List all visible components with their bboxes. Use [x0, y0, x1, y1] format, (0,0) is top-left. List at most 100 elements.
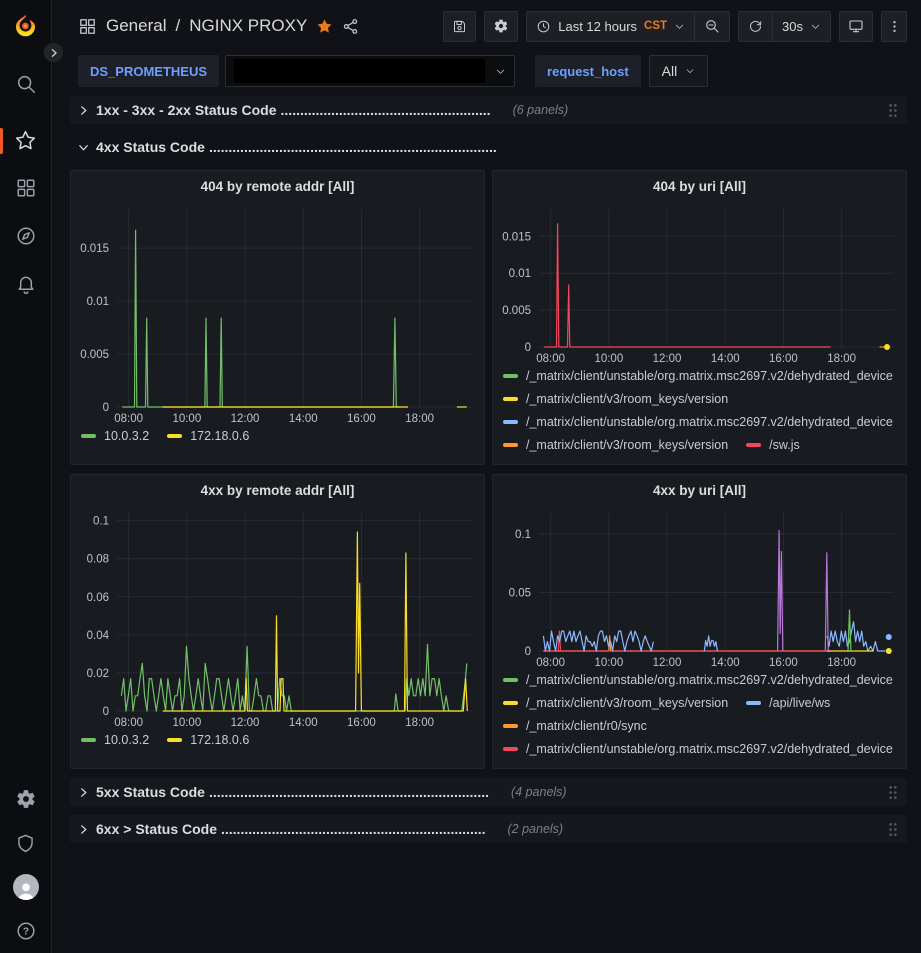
panel-title[interactable]: 404 by uri [All] [493, 171, 906, 201]
legend-item[interactable]: /_matrix/client/unstable/org.matrix.msc2… [503, 742, 893, 756]
legend-row: /_matrix/client/unstable/org.matrix.msc2… [503, 369, 896, 383]
chart-4xx-by-remote-addr[interactable]: 08:0010:0012:0014:0016:0018:0000.020.040… [71, 505, 484, 731]
legend-label: /_matrix/client/unstable/org.matrix.msc2… [526, 415, 893, 429]
legend-swatch-icon [746, 701, 761, 705]
chart-4xx-by-uri[interactable]: 08:0010:0012:0014:0016:0018:0000.050.1 [493, 505, 906, 671]
legend-label: /api/live/ws [769, 696, 830, 710]
refresh-interval-button[interactable]: 30s [773, 12, 830, 41]
legend-swatch-icon [503, 443, 518, 447]
chart-404-by-remote-addr[interactable]: 08:0010:0012:0014:0016:0018:0000.0050.01… [71, 201, 484, 427]
panel-title[interactable]: 4xx by remote addr [All] [71, 475, 484, 505]
legend-item[interactable]: /api/live/ws [746, 696, 830, 710]
legend-row: /_matrix/client/r0/sync [503, 719, 896, 733]
main-content: General / NGINX PROXY [52, 0, 921, 843]
sidebar-item-configuration[interactable] [0, 777, 52, 821]
zoom-out-button[interactable] [695, 12, 729, 41]
sidebar-item-search[interactable] [0, 62, 52, 106]
legend-item[interactable]: /_matrix/client/unstable/org.matrix.msc2… [503, 369, 893, 383]
zoom-out-icon [704, 18, 720, 34]
active-indicator [0, 128, 3, 154]
refresh-icon [748, 19, 763, 34]
breadcrumb-section[interactable]: General [106, 16, 166, 36]
share-icon[interactable] [342, 18, 359, 35]
legend-item[interactable]: /_matrix/client/v3/room_keys/version [503, 696, 728, 710]
legend-item[interactable]: /_matrix/client/unstable/org.matrix.msc2… [503, 673, 893, 687]
svg-text:14:00: 14:00 [711, 657, 740, 669]
chevron-right-icon [78, 824, 89, 835]
legend-item[interactable]: /_matrix/client/r0/sync [503, 719, 647, 733]
row-title: 4xx Status Code [96, 139, 205, 155]
legend-item[interactable]: /_matrix/client/unstable/org.matrix.msc2… [503, 415, 893, 429]
toolbar: Last 12 hours CST [443, 11, 907, 42]
refresh-button[interactable] [739, 12, 772, 41]
legend-label: /sw.js [769, 438, 800, 452]
datasource-variable-select[interactable] [225, 55, 515, 87]
page-title[interactable]: NGINX PROXY [189, 16, 307, 36]
sidebar-expand-button[interactable] [43, 42, 64, 63]
save-icon [452, 19, 467, 34]
legend-row: 10.0.3.2 172.18.0.6 [81, 429, 474, 443]
row-title: 5xx Status Code [96, 784, 205, 800]
legend-swatch-icon [81, 434, 96, 438]
sidebar-item-help[interactable]: ? [0, 909, 52, 953]
panel-404-by-uri: 404 by uri [All] 08:0010:0012:0014:0016:… [492, 170, 907, 465]
sidebar-item-starred[interactable] [0, 118, 52, 162]
svg-text:18:00: 18:00 [405, 413, 434, 425]
svg-text:10:00: 10:00 [594, 353, 623, 365]
legend-row: /_matrix/client/unstable/org.matrix.msc2… [503, 742, 896, 756]
star-icon[interactable] [316, 18, 333, 35]
svg-text:0.01: 0.01 [509, 268, 531, 280]
svg-text:08:00: 08:00 [114, 413, 143, 425]
panel-title[interactable]: 4xx by uri [All] [493, 475, 906, 505]
drag-handle-icon[interactable] [887, 103, 899, 118]
row-1xx-3xx-2xx-status-code[interactable]: 1xx - 3xx - 2xx Status Code ............… [70, 96, 907, 124]
row-5xx-status-code[interactable]: 5xx Status Code ........................… [70, 778, 907, 806]
time-range-button[interactable]: Last 12 hours CST [527, 12, 694, 41]
svg-text:12:00: 12:00 [231, 717, 260, 729]
legend-item[interactable]: /_matrix/client/v3/room_keys/version [503, 438, 728, 452]
dashboard-settings-button[interactable] [484, 11, 518, 42]
avatar [13, 874, 39, 900]
request-host-variable-value[interactable]: All [649, 55, 709, 87]
legend-item[interactable]: /sw.js [746, 438, 800, 452]
svg-text:0: 0 [103, 706, 109, 718]
row-6xx-status-code[interactable]: 6xx > Status Code ......................… [70, 815, 907, 843]
legend-item[interactable]: 10.0.3.2 [81, 429, 149, 443]
refresh-interval-label: 30s [782, 19, 803, 34]
monitor-icon [848, 18, 864, 34]
legend-row: 10.0.3.2 172.18.0.6 [81, 733, 474, 747]
tv-mode-button[interactable] [839, 11, 873, 42]
dashboards-icon [15, 177, 37, 199]
sidebar-item-dashboards[interactable] [0, 166, 52, 210]
legend-item[interactable]: /_matrix/client/v3/room_keys/version [503, 392, 728, 406]
svg-text:14:00: 14:00 [711, 353, 740, 365]
request-host-variable-label[interactable]: request_host [535, 55, 641, 87]
clock-icon [536, 19, 551, 34]
legend-swatch-icon [503, 747, 518, 751]
sidebar-item-alerting[interactable] [0, 262, 52, 306]
drag-handle-icon[interactable] [887, 822, 899, 837]
more-options-button[interactable] [881, 11, 907, 42]
legend-label: 10.0.3.2 [104, 429, 149, 443]
legend-item[interactable]: 172.18.0.6 [167, 733, 249, 747]
legend-swatch-icon [503, 397, 518, 401]
row-4xx-status-code[interactable]: 4xx Status Code ........................… [70, 133, 907, 161]
panel-title[interactable]: 404 by remote addr [All] [71, 171, 484, 201]
sidebar-item-server-admin[interactable] [0, 821, 52, 865]
legend-label: /_matrix/client/unstable/org.matrix.msc2… [526, 742, 893, 756]
sidebar-item-explore[interactable] [0, 214, 52, 258]
legend-row: /_matrix/client/v3/room_keys/version [503, 392, 896, 406]
sidebar-item-profile[interactable] [0, 865, 52, 909]
drag-handle-icon[interactable] [887, 785, 899, 800]
svg-text:0.1: 0.1 [93, 516, 109, 528]
save-dashboard-button[interactable] [443, 11, 476, 42]
legend-label: /_matrix/client/v3/room_keys/version [526, 392, 728, 406]
chart-404-by-uri[interactable]: 08:0010:0012:0014:0016:0018:0000.0050.01… [493, 201, 906, 367]
legend-item[interactable]: 10.0.3.2 [81, 733, 149, 747]
panel-grid-row-2: 4xx by remote addr [All] 08:0010:0012:00… [70, 474, 907, 769]
datasource-variable-label[interactable]: DS_PROMETHEUS [78, 55, 219, 87]
chevron-down-icon [810, 21, 821, 32]
grafana-logo[interactable] [0, 6, 52, 46]
legend-item[interactable]: 172.18.0.6 [167, 429, 249, 443]
time-picker-group: Last 12 hours CST [526, 11, 730, 42]
